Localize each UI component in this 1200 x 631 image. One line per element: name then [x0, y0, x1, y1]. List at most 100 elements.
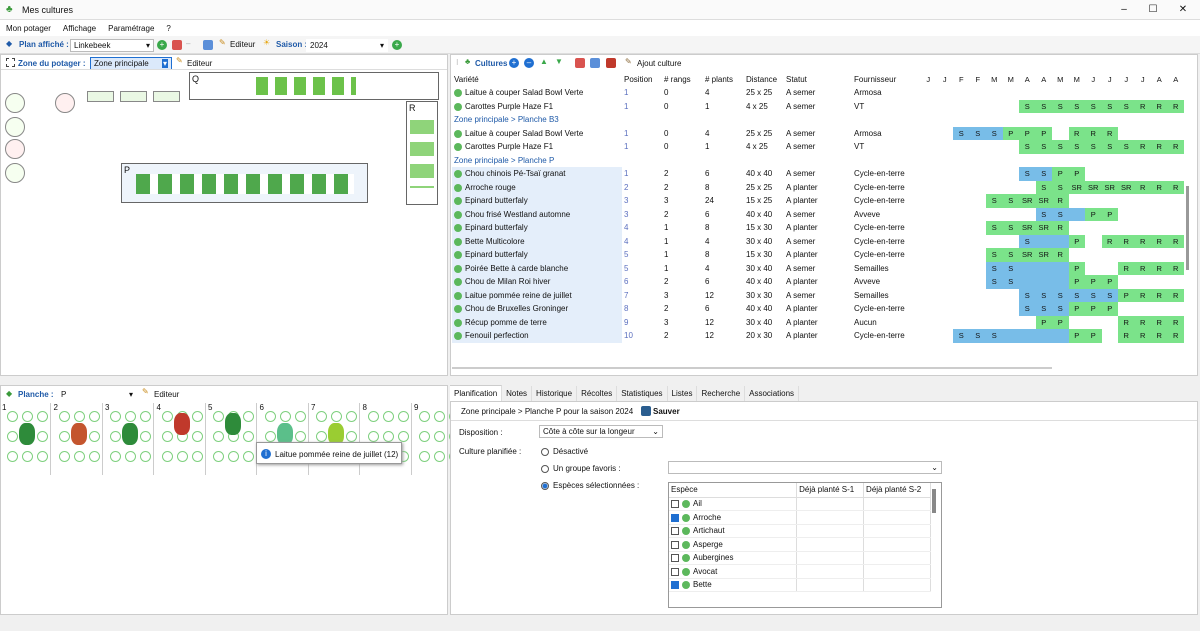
- menu-affichage[interactable]: Affichage: [57, 20, 102, 37]
- species-column-header[interactable]: Espèce: [669, 483, 798, 498]
- option-group[interactable]: Un groupe favoris :: [541, 464, 621, 473]
- tab-statistiques[interactable]: Statistiques: [617, 386, 668, 401]
- checkbox[interactable]: [671, 513, 679, 522]
- season-select[interactable]: 2024 ▾: [306, 39, 388, 52]
- vertical-scrollbar[interactable]: [1186, 186, 1189, 270]
- minimize-button[interactable]: –: [1117, 3, 1131, 17]
- species-column-header[interactable]: Déjà planté S-2: [863, 483, 931, 498]
- checkbox[interactable]: [671, 554, 679, 563]
- planche-strip[interactable]: 7: [310, 403, 360, 475]
- species-row[interactable]: Bette: [669, 578, 931, 592]
- close-button[interactable]: ✕: [1176, 3, 1190, 17]
- species-column-header[interactable]: Déjà planté S-1: [796, 483, 865, 498]
- planche-strip[interactable]: 1: [1, 403, 51, 475]
- column-header[interactable]: Fournisseur: [852, 72, 920, 86]
- add-season-icon[interactable]: +: [392, 40, 402, 50]
- planche-small[interactable]: [87, 91, 114, 102]
- species-row[interactable]: Ail: [669, 497, 931, 511]
- table-row[interactable]: Bette Multicolore 4 1 4 30 x 40 A semer Cycle-…: [452, 234, 1184, 248]
- option-desactive[interactable]: Désactivé: [541, 447, 588, 456]
- planche-r[interactable]: R: [406, 101, 438, 205]
- table-row[interactable]: Arroche rouge 2 2 8 25 x 25 A planter Cycle-en…: [452, 180, 1184, 194]
- table-row[interactable]: Récup pomme de terre 9 3 12 30 x 40 A planter…: [452, 315, 1184, 329]
- species-scrollbar[interactable]: [932, 489, 936, 513]
- disposition-select[interactable]: Côte à côte sur la longeur ⌄: [539, 425, 663, 438]
- plan-select[interactable]: Linkebeek ▾: [70, 39, 154, 52]
- copy-icon[interactable]: [590, 58, 600, 68]
- menu-help[interactable]: ?: [160, 20, 176, 37]
- planche-round[interactable]: [55, 93, 75, 113]
- table-row[interactable]: Carottes Purple Haze F1 1 0 1 4 x 25 A semer V…: [452, 99, 1184, 113]
- delete-icon[interactable]: [172, 40, 182, 50]
- column-header[interactable]: Position: [622, 72, 662, 86]
- maximize-button[interactable]: ☐: [1146, 3, 1160, 17]
- column-header[interactable]: # rangs: [662, 72, 703, 86]
- table-row[interactable]: Epinard butterfaly 3 3 24 15 x 25 A planter Cy…: [452, 194, 1184, 208]
- column-header[interactable]: Statut: [784, 72, 852, 86]
- tab-associations[interactable]: Associations: [745, 386, 800, 401]
- table-row[interactable]: Laitue à couper Salad Bowl Verte 1 0 4 25 x …: [452, 126, 1184, 140]
- arrow-down-icon[interactable]: ▼: [555, 57, 563, 66]
- tab-listes[interactable]: Listes: [668, 386, 698, 401]
- tab-notes[interactable]: Notes: [502, 386, 533, 401]
- planche-small[interactable]: [120, 91, 147, 102]
- table-row[interactable]: Epinard butterfaly 5 1 8 15 x 30 A planter Cyc…: [452, 248, 1184, 262]
- planche-strip[interactable]: 8: [362, 403, 412, 475]
- table-row[interactable]: Laitue à couper Salad Bowl Verte 1 0 4 25 x …: [452, 86, 1184, 100]
- planche-round[interactable]: [5, 139, 25, 159]
- column-header[interactable]: Distance: [744, 72, 784, 86]
- save-button[interactable]: Sauver: [653, 407, 680, 416]
- add-icon[interactable]: +: [157, 40, 167, 50]
- menu-parametrage[interactable]: Paramétrage: [102, 20, 160, 37]
- table-row[interactable]: Fenouil perfection 10 2 12 20 x 30 A planter C…: [452, 329, 1184, 343]
- arrow-up-icon[interactable]: ▲: [540, 57, 548, 66]
- tab-planification[interactable]: Planification: [450, 385, 503, 401]
- checkbox[interactable]: [671, 540, 679, 549]
- planche-round[interactable]: [5, 93, 25, 113]
- tab-historique[interactable]: Historique: [532, 386, 578, 401]
- planche-round[interactable]: [5, 163, 25, 183]
- planche-strip[interactable]: 6: [259, 403, 309, 475]
- copy-icon[interactable]: [203, 40, 213, 50]
- planche-strip[interactable]: 2: [53, 403, 103, 475]
- checkbox[interactable]: [671, 527, 679, 536]
- planche-select[interactable]: P ▾: [57, 388, 137, 401]
- species-row[interactable]: Asperge: [669, 537, 931, 552]
- planche-editor-button[interactable]: Editeur: [154, 390, 179, 399]
- zone-editor-button[interactable]: Editeur: [187, 59, 212, 68]
- checkbox[interactable]: [671, 581, 679, 590]
- planche-small[interactable]: [153, 91, 180, 102]
- planche-strip[interactable]: 4: [156, 403, 206, 475]
- table-row[interactable]: Chou de Bruxelles Groninger 8 2 6 40 x 40 A p…: [452, 302, 1184, 316]
- tab-récoltes[interactable]: Récoltes: [577, 386, 618, 401]
- checkbox[interactable]: [671, 500, 679, 509]
- menu-mon-potager[interactable]: Mon potager: [0, 20, 57, 37]
- table-row[interactable]: Chou de Milan Roi hiver 6 2 6 40 x 40 A plant…: [452, 275, 1184, 289]
- planche-p[interactable]: P: [121, 163, 368, 203]
- add-culture-button[interactable]: Ajout culture: [637, 59, 681, 68]
- checkbox[interactable]: [671, 567, 679, 576]
- species-row[interactable]: Artichaut: [669, 524, 931, 538]
- species-row[interactable]: Arroche: [669, 510, 931, 525]
- species-row[interactable]: Aubergines: [669, 551, 931, 565]
- gift-icon[interactable]: [606, 58, 616, 68]
- remove-culture-icon[interactable]: –: [524, 58, 534, 68]
- table-row[interactable]: Epinard butterfaly 4 1 8 15 x 30 A planter Cyc…: [452, 221, 1184, 235]
- planche-q[interactable]: Q: [189, 72, 439, 100]
- planche-strip[interactable]: 3: [104, 403, 154, 475]
- planche-round[interactable]: [5, 117, 25, 137]
- editor-button[interactable]: Editeur: [230, 40, 255, 49]
- table-row[interactable]: Laitue pommée reine de juillet 7 3 12 30 x 3…: [452, 288, 1184, 302]
- table-row[interactable]: Carottes Purple Haze F1 1 0 1 4 x 25 A semer V…: [452, 140, 1184, 154]
- table-row[interactable]: Chou frisé Westland automne 3 2 6 40 x 40 A s…: [452, 207, 1184, 221]
- minus-icon[interactable]: –: [186, 39, 190, 48]
- column-header[interactable]: Variété: [452, 72, 622, 86]
- tab-recherche[interactable]: Recherche: [697, 386, 746, 401]
- planche-strip[interactable]: 5: [207, 403, 257, 475]
- add-culture-icon[interactable]: +: [509, 58, 519, 68]
- table-row[interactable]: Chou chinois Pé-Tsaï granat 1 2 6 40 x 40 A s…: [452, 167, 1184, 181]
- group-select[interactable]: ⌄: [668, 461, 942, 474]
- horizontal-scrollbar[interactable]: [452, 367, 1052, 369]
- delete-icon[interactable]: [575, 58, 585, 68]
- column-header[interactable]: # plants: [703, 72, 744, 86]
